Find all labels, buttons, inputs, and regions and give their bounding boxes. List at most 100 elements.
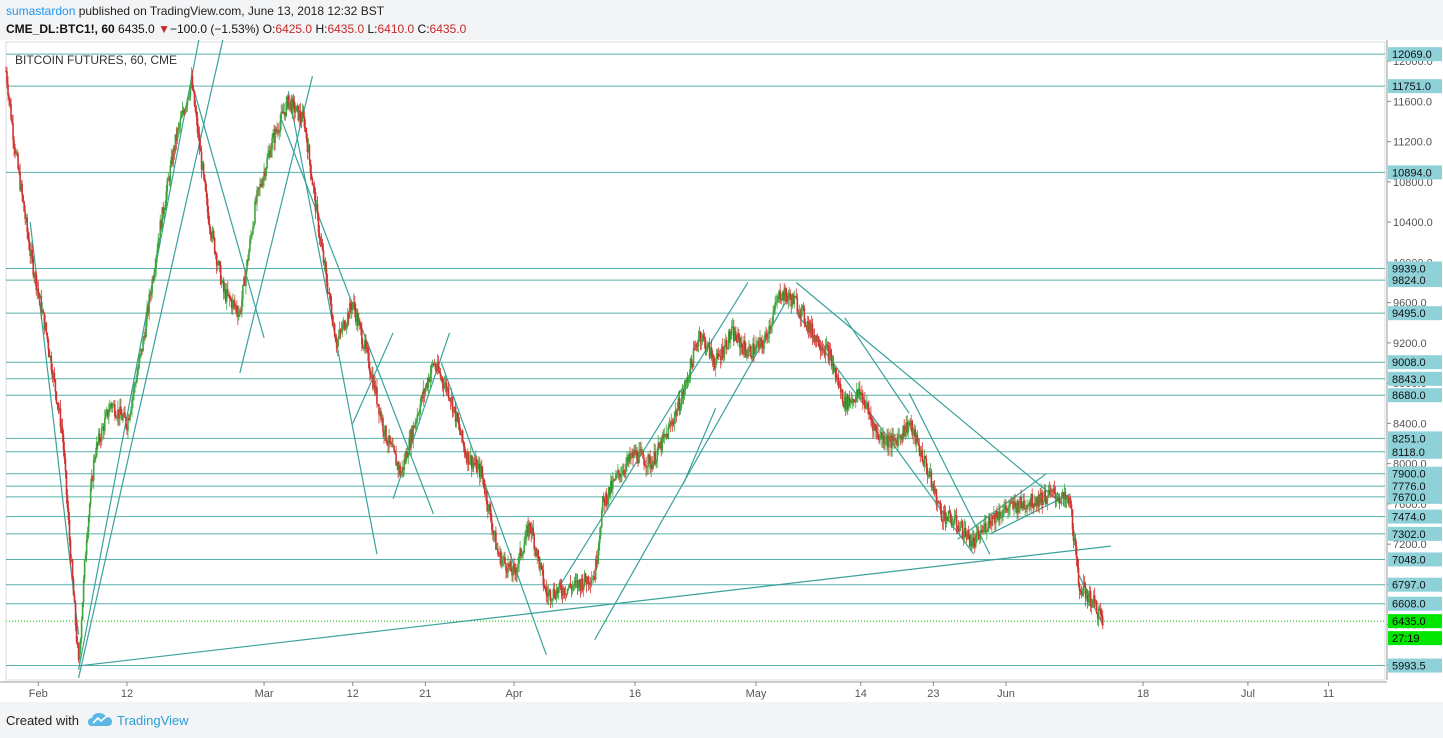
- tradingview-cloud-icon[interactable]: [88, 712, 112, 728]
- candle-body: [616, 473, 618, 475]
- level-label: 6797.0: [1392, 580, 1426, 592]
- candle-body: [482, 473, 484, 479]
- candle-body: [761, 339, 763, 346]
- x-tick-label: May: [746, 688, 767, 700]
- trend-line[interactable]: [190, 81, 265, 339]
- high-label: H:: [315, 22, 328, 36]
- candle-body: [545, 587, 548, 595]
- candle-body: [312, 185, 315, 187]
- candle-body: [8, 95, 10, 100]
- candle-body: [702, 335, 705, 338]
- candle-body: [476, 465, 479, 473]
- candle-body: [937, 501, 940, 503]
- candle-body: [582, 584, 585, 590]
- candle-body: [624, 471, 626, 473]
- candle-body: [256, 190, 258, 203]
- candle-body: [389, 435, 391, 443]
- low-label: L:: [367, 22, 378, 36]
- candle-body: [134, 383, 136, 386]
- candle-body: [108, 412, 110, 417]
- candle-body: [321, 245, 324, 251]
- candle-body: [32, 258, 35, 276]
- candle-body: [1023, 500, 1025, 509]
- candle-body: [337, 336, 340, 341]
- candle-body: [1077, 567, 1080, 584]
- candle-body: [763, 342, 765, 349]
- candle-body: [781, 299, 783, 301]
- candle-body: [1074, 538, 1077, 547]
- candle-body: [921, 450, 924, 462]
- candle-body: [510, 561, 512, 572]
- candle-body: [961, 521, 964, 538]
- candle-body: [684, 380, 687, 389]
- candle-body: [550, 600, 553, 602]
- candle-body: [366, 347, 368, 349]
- candle-body: [804, 322, 807, 326]
- candle-body: [974, 535, 977, 548]
- candle-body: [569, 583, 572, 587]
- candle-body: [56, 402, 59, 406]
- published-text: published on TradingView.com, June 13, 2…: [75, 4, 385, 18]
- candle-body: [76, 641, 79, 645]
- candle-body: [131, 399, 133, 410]
- candle-body: [186, 98, 189, 106]
- candle-body: [587, 576, 590, 585]
- candle-body: [996, 511, 998, 518]
- candle-body: [1078, 583, 1081, 591]
- candle-body: [178, 125, 181, 128]
- candle-body: [803, 308, 806, 323]
- candle-body: [625, 464, 627, 473]
- candle-body: [723, 345, 726, 355]
- candle-body: [741, 342, 743, 347]
- candle-body: [191, 75, 194, 90]
- trend-line[interactable]: [29, 222, 80, 635]
- candle-body: [64, 459, 67, 471]
- candle-body: [596, 555, 599, 564]
- level-label: 7302.0: [1392, 529, 1426, 541]
- candle-body: [888, 438, 890, 448]
- candle-body: [463, 446, 466, 454]
- x-tick-label: 14: [855, 688, 867, 700]
- tradingview-link[interactable]: TradingView: [117, 713, 189, 728]
- candle-body: [6, 71, 8, 85]
- candle-body: [540, 563, 543, 566]
- candle-body: [980, 530, 983, 532]
- candle-body: [566, 588, 569, 594]
- candle-body: [81, 602, 84, 620]
- candle-body: [62, 434, 65, 450]
- trend-line[interactable]: [78, 545, 1111, 667]
- candle-body: [82, 579, 85, 603]
- author-link[interactable]: sumastardon: [6, 4, 75, 18]
- candle-body: [1031, 493, 1033, 508]
- trend-line[interactable]: [440, 362, 547, 656]
- candle-body: [652, 461, 654, 470]
- candle-body: [294, 111, 297, 113]
- candle-body: [84, 554, 87, 561]
- candle-body: [103, 418, 106, 432]
- trend-line[interactable]: [77, 40, 224, 679]
- candle-body: [66, 494, 69, 509]
- x-tick-label: 12: [121, 688, 133, 700]
- candle-body: [917, 442, 920, 445]
- symbol-info: CME_DL:BTC1!, 60 6435.0 ▼−100.0 (−1.53%)…: [6, 22, 466, 36]
- candle-body: [600, 511, 603, 528]
- candle-body: [683, 388, 686, 396]
- candle-body: [492, 530, 494, 532]
- candle-body: [192, 89, 195, 91]
- candle-body: [166, 179, 169, 192]
- candle-body: [1058, 497, 1061, 501]
- candle-body: [414, 422, 417, 428]
- candle-body: [1053, 488, 1056, 494]
- trend-line[interactable]: [682, 408, 717, 484]
- candle-body: [329, 293, 332, 304]
- candle-body: [754, 351, 756, 355]
- candle-body: [529, 522, 531, 527]
- candle-body: [177, 127, 180, 130]
- candle-body: [497, 548, 499, 555]
- candle-body: [250, 235, 252, 240]
- price-chart[interactable]: 12000.011600.011200.010800.010400.010000…: [0, 40, 1443, 702]
- y-tick-label: 11200.0: [1393, 137, 1432, 149]
- candle-body: [602, 496, 605, 499]
- candle-body: [1032, 507, 1034, 509]
- candle-body: [1060, 496, 1063, 503]
